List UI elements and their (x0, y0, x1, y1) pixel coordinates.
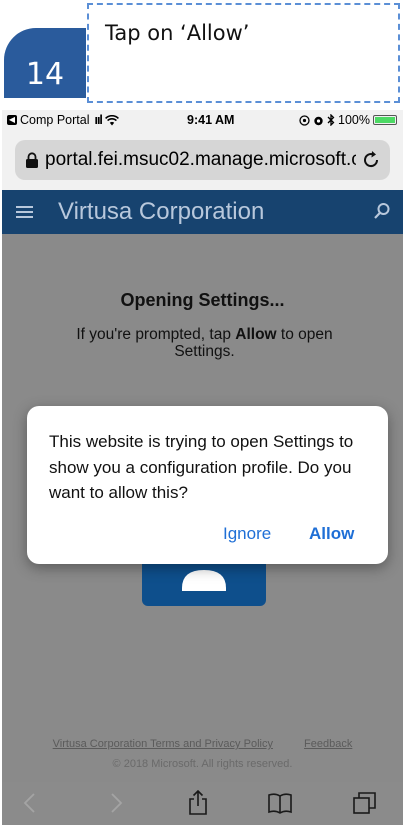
back-to-app-icon[interactable]: ◀ (7, 115, 17, 125)
allow-settings-dialog: This website is trying to open Settings … (27, 406, 388, 564)
back-icon[interactable] (18, 790, 44, 816)
url-text[interactable]: portal.fei.msuc02.manage.microsoft.c (45, 149, 356, 171)
tabs-icon[interactable] (352, 790, 378, 816)
browser-address-area: portal.fei.msuc02.manage.microsoft.c (2, 130, 403, 190)
signal-icon: ııl (94, 113, 102, 127)
back-app-label[interactable]: Comp Portal (20, 113, 89, 127)
battery-percent: 100% (338, 113, 370, 127)
terms-link[interactable]: Virtusa Corporation Terms and Privacy Po… (53, 738, 273, 750)
share-icon[interactable] (185, 790, 211, 816)
settings-illustration (142, 558, 266, 606)
page-heading: Opening Settings... (120, 290, 285, 310)
address-bar[interactable]: portal.fei.msuc02.manage.microsoft.c (15, 140, 390, 180)
step-callout: Tap on ‘Allow’ (87, 3, 400, 103)
status-bar: ◀ Comp Portal ııl 9:41 AM 100% (2, 110, 403, 130)
location-icon (299, 114, 310, 126)
feedback-link[interactable]: Feedback (304, 738, 352, 750)
lock-icon (26, 152, 38, 168)
step-instruction: Tap on ‘Allow’ (105, 21, 250, 45)
ignore-button[interactable]: Ignore (223, 524, 271, 544)
forward-icon[interactable] (102, 790, 128, 816)
bluetooth-icon (327, 114, 335, 126)
portal-title: Virtusa Corporation (58, 198, 265, 225)
status-time: 9:41 AM (187, 113, 235, 127)
copyright-text: © 2018 Microsoft. All rights reserved. (112, 758, 293, 770)
bookmarks-icon[interactable] (267, 790, 293, 816)
person-illustration-icon (179, 558, 229, 591)
instructions-allow: Allow (235, 326, 277, 343)
phone-screen: ◀ Comp Portal ııl 9:41 AM 100% portal.fe… (2, 110, 403, 825)
page-instructions: If you're prompted, tap Allow to open Se… (57, 326, 352, 360)
hamburger-menu-icon[interactable] (16, 202, 34, 222)
footer-links: Virtusa Corporation Terms and Privacy Po… (2, 738, 403, 750)
browser-toolbar (2, 782, 403, 825)
instructions-prefix: If you're prompted, tap (76, 326, 236, 343)
reload-icon[interactable] (360, 149, 382, 171)
search-icon[interactable] (373, 202, 391, 220)
alarm-icon (314, 116, 323, 125)
dialog-message: This website is trying to open Settings … (49, 432, 354, 502)
allow-button[interactable]: Allow (309, 524, 354, 544)
step-number: 14 (25, 57, 65, 92)
battery-icon (373, 115, 397, 125)
portal-header: Virtusa Corporation (2, 190, 403, 234)
step-number-badge: 14 (4, 28, 86, 98)
wifi-icon (104, 114, 119, 125)
